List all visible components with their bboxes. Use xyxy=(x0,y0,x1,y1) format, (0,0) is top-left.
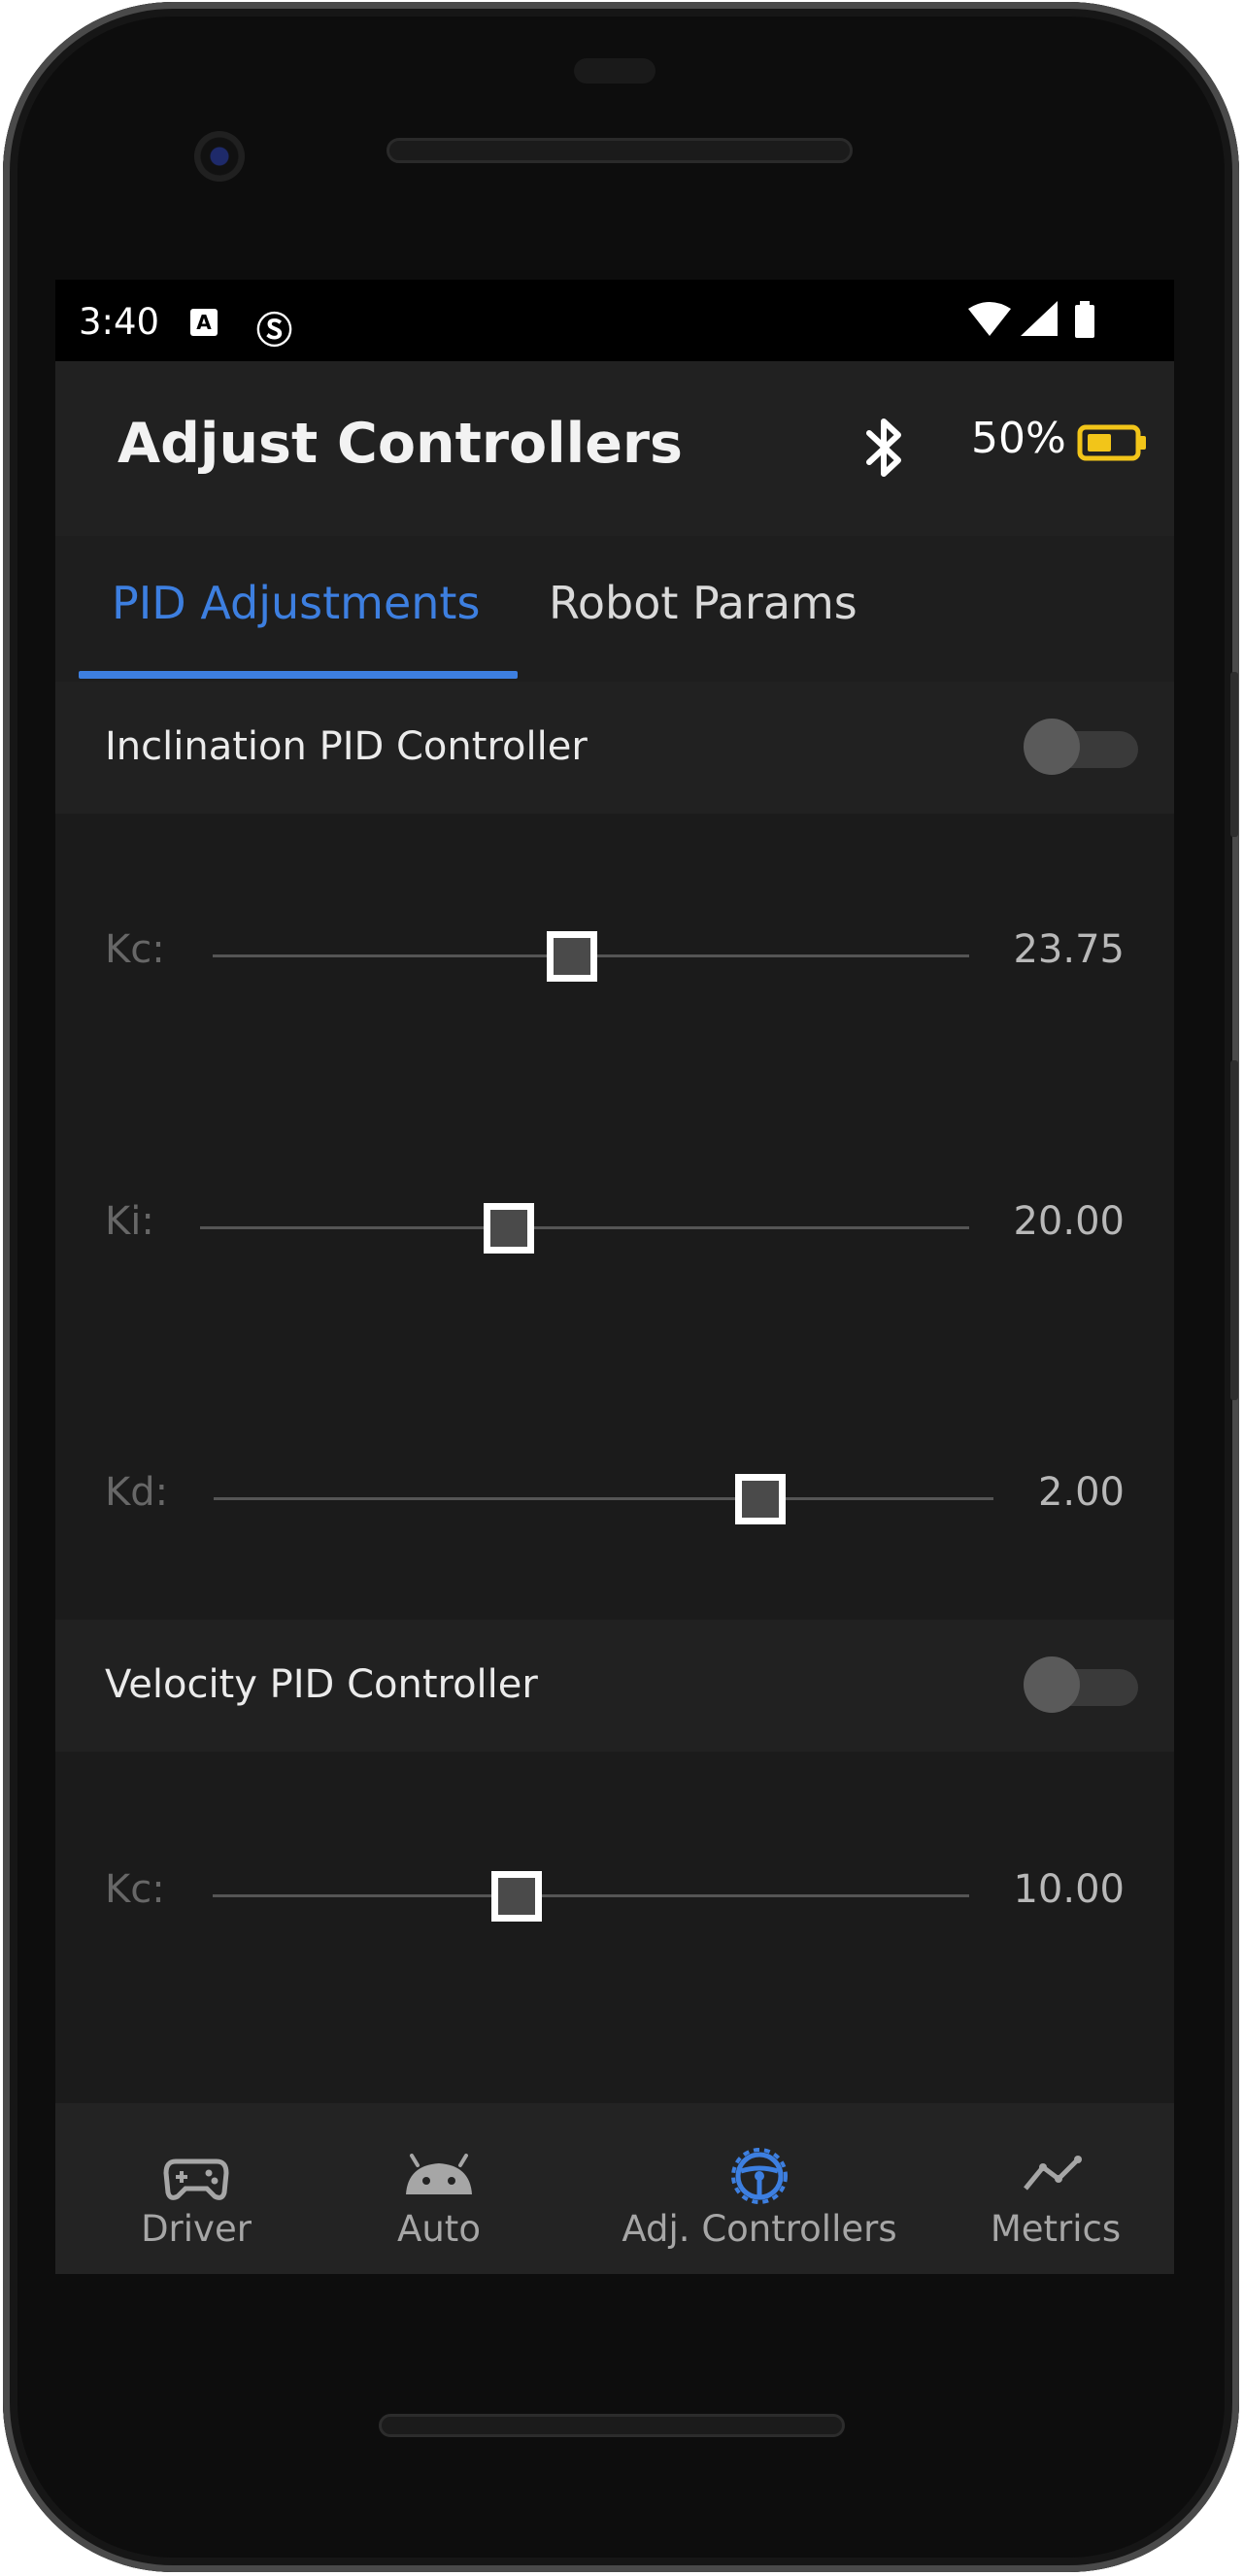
volume-button xyxy=(1230,1060,1238,1400)
wifi-icon xyxy=(968,302,1011,336)
nav-label: Driver xyxy=(141,2208,252,2250)
slider-label: Ki: xyxy=(105,1199,154,1244)
battery-status-icon xyxy=(1075,305,1094,338)
app-bar: Adjust Controllers 50% xyxy=(55,361,1174,536)
velocity-header: Velocity PID Controller xyxy=(55,1620,1174,1752)
slider-track[interactable] xyxy=(213,1894,969,1897)
line-chart-icon xyxy=(1024,2156,1082,2191)
bluetooth-icon[interactable] xyxy=(863,412,906,484)
slider-thumb[interactable] xyxy=(547,931,597,982)
toggle-thumb xyxy=(1024,1656,1080,1713)
front-camera xyxy=(194,131,245,182)
slider-track[interactable] xyxy=(214,1497,993,1500)
status-bar: 3:40 A Ⓢ xyxy=(55,280,1174,361)
status-icons xyxy=(968,301,1094,338)
inclination-kc-slider: Kc: 23.75 xyxy=(55,916,1174,993)
toggle-thumb xyxy=(1024,719,1080,775)
inclination-toggle[interactable] xyxy=(1024,719,1138,775)
tab-pid-adjustments[interactable]: PID Adjustments xyxy=(112,577,480,629)
nav-auto[interactable]: Auto xyxy=(356,2103,521,2274)
bottom-speaker xyxy=(379,2414,845,2437)
slider-value: 23.75 xyxy=(1013,927,1125,972)
sync-icon: Ⓢ xyxy=(256,310,292,351)
tab-robot-params[interactable]: Robot Params xyxy=(549,577,857,629)
page-title: Adjust Controllers xyxy=(118,412,683,476)
nav-metrics[interactable]: Metrics xyxy=(958,2103,1153,2274)
tab-indicator xyxy=(79,671,518,679)
slider-thumb[interactable] xyxy=(491,1871,542,1922)
gamepad-icon xyxy=(163,2158,229,2200)
slider-label: Kd: xyxy=(105,1470,169,1515)
velocity-title: Velocity PID Controller xyxy=(105,1662,538,1707)
android-icon xyxy=(406,2154,472,2194)
status-time: 3:40 xyxy=(79,301,160,343)
slider-value: 10.00 xyxy=(1013,1867,1125,1912)
velocity-kc-slider: Kc: 10.00 xyxy=(55,1856,1174,1933)
notification-a-icon: A xyxy=(190,309,218,336)
signal-icon xyxy=(1021,301,1058,336)
bottom-navigation: Driver Auto Adj. Controllers Metrics xyxy=(55,2103,1174,2274)
earpiece-speaker xyxy=(387,138,853,163)
nav-label: Metrics xyxy=(990,2208,1122,2250)
tab-bar: PID Adjustments Robot Params xyxy=(55,536,1174,682)
inclination-title: Inclination PID Controller xyxy=(105,724,588,769)
slider-value: 20.00 xyxy=(1013,1199,1125,1244)
slider-value: 2.00 xyxy=(1037,1470,1125,1515)
top-sensor xyxy=(574,58,656,84)
nav-label: Adj. Controllers xyxy=(622,2208,897,2250)
steering-wheel-icon xyxy=(731,2148,788,2204)
battery-icon xyxy=(1077,424,1146,461)
velocity-toggle[interactable] xyxy=(1024,1656,1138,1713)
inclination-header: Inclination PID Controller xyxy=(55,682,1174,814)
battery-percent: 50% xyxy=(971,414,1066,463)
inclination-kd-slider: Kd: 2.00 xyxy=(55,1458,1174,1536)
power-button xyxy=(1230,672,1238,837)
nav-adj-controllers[interactable]: Adj. Controllers xyxy=(599,2103,920,2274)
slider-thumb[interactable] xyxy=(484,1203,534,1254)
nav-label: Auto xyxy=(397,2208,481,2250)
inclination-ki-slider: Ki: 20.00 xyxy=(55,1188,1174,1265)
nav-driver[interactable]: Driver xyxy=(94,2103,298,2274)
slider-thumb[interactable] xyxy=(735,1474,786,1524)
slider-label: Kc: xyxy=(105,927,165,972)
app-screen: 3:40 A Ⓢ Adjust Controllers 50% PID Adju… xyxy=(55,280,1174,2274)
slider-label: Kc: xyxy=(105,1867,165,1912)
slider-track[interactable] xyxy=(200,1226,969,1229)
